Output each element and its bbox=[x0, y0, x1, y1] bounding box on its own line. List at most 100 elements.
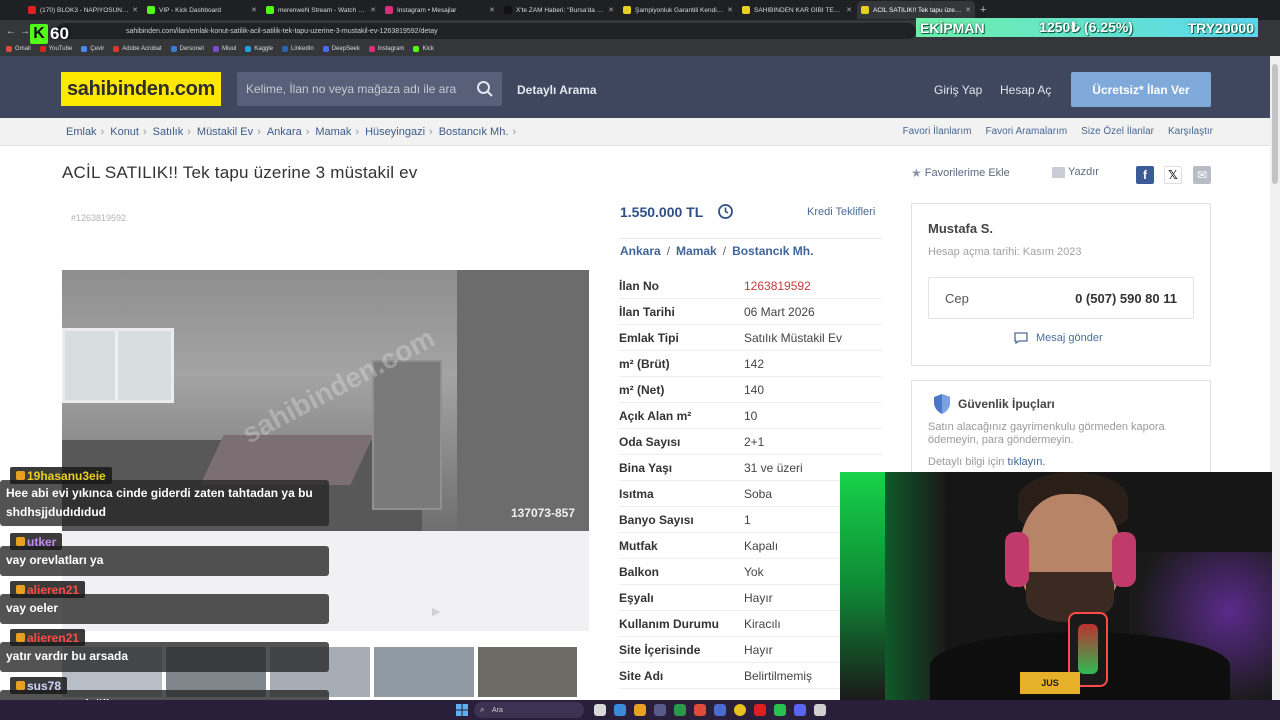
send-message-button[interactable]: Mesaj gönder bbox=[1014, 332, 1103, 344]
user-link[interactable]: Favori İlanlarım bbox=[903, 126, 972, 137]
login-link[interactable]: Giriş Yap bbox=[934, 83, 982, 97]
x-share-icon[interactable]: 𝕏 bbox=[1164, 166, 1182, 184]
print-button[interactable]: Yazdır bbox=[1052, 166, 1099, 178]
back-icon[interactable]: ← bbox=[4, 26, 18, 37]
location-district[interactable]: Mamak bbox=[676, 244, 717, 258]
bookmark-item[interactable]: YouTube bbox=[39, 46, 72, 52]
attribute-key: Site Adı bbox=[619, 668, 664, 683]
breadcrumb-item[interactable]: Satılık bbox=[153, 126, 184, 138]
app-icon[interactable] bbox=[674, 704, 686, 716]
location-city[interactable]: Ankara bbox=[620, 244, 661, 258]
browser-tab[interactable]: VIP - Kick Dashboard ✕ bbox=[143, 1, 261, 19]
whatsapp-icon[interactable] bbox=[774, 704, 786, 716]
attribute-key: Site İçerisinde bbox=[619, 642, 701, 657]
new-tab-icon[interactable]: + bbox=[980, 4, 986, 16]
thumbnail[interactable] bbox=[374, 647, 474, 697]
facebook-share-icon[interactable]: f bbox=[1136, 166, 1154, 184]
price-history-icon[interactable] bbox=[717, 203, 734, 220]
breadcrumb-item[interactable]: Hüseyingazi bbox=[365, 126, 425, 138]
store-icon[interactable] bbox=[654, 704, 666, 716]
bookmark-item[interactable]: Dersonet bbox=[170, 46, 204, 52]
site-logo[interactable]: sahibinden.com bbox=[61, 72, 221, 106]
discord-icon[interactable] bbox=[794, 704, 806, 716]
tab-close-icon[interactable]: ✕ bbox=[608, 6, 614, 14]
user-link[interactable]: Favori Aramalarım bbox=[985, 126, 1067, 137]
user-link[interactable]: Size Özel İlanlar bbox=[1081, 126, 1154, 137]
tab-favicon-icon bbox=[742, 6, 750, 14]
bookmark-item[interactable]: Kick bbox=[413, 46, 434, 52]
email-share-icon[interactable]: ✉ bbox=[1193, 166, 1211, 184]
search-input[interactable] bbox=[246, 82, 466, 96]
chat-username[interactable]: alieren21 bbox=[10, 629, 86, 646]
loan-offers-link[interactable]: Kredi Teklifleri bbox=[807, 206, 875, 218]
breadcrumb-item[interactable]: Emlak bbox=[66, 126, 97, 138]
breadcrumb-item[interactable]: Bostancık Mh. bbox=[439, 126, 509, 138]
browser-tab[interactable]: SAHİBİNDEN KAR GİBİ TEMİZ ... ✕ bbox=[738, 1, 856, 19]
taskbar-search[interactable]: ⌕ Ara bbox=[474, 702, 584, 718]
search-icon[interactable] bbox=[476, 80, 494, 98]
browser-tab[interactable]: X'te ZAM Haberi: "Bursa'da bir... ✕ bbox=[500, 1, 618, 19]
tab-label: X'te ZAM Haberi: "Bursa'da bir... bbox=[516, 6, 606, 14]
bookmark-label: Instagram bbox=[377, 46, 405, 52]
tab-close-icon[interactable]: ✕ bbox=[965, 6, 971, 14]
post-ad-button[interactable]: Ücretsiz* İlan Ver bbox=[1071, 72, 1211, 107]
attribute-value: Hayır bbox=[744, 590, 773, 605]
url-bar[interactable]: sahibinden.com/ilan/emlak-konut-satilik-… bbox=[56, 23, 916, 39]
breadcrumb-item[interactable]: Müstakil Ev bbox=[197, 126, 253, 138]
task-view-icon[interactable] bbox=[594, 704, 606, 716]
windows-start-icon[interactable] bbox=[456, 704, 468, 716]
app-icon[interactable] bbox=[814, 704, 826, 716]
bookmark-item[interactable]: Instagram bbox=[368, 46, 405, 52]
youtube-icon[interactable] bbox=[754, 704, 766, 716]
screen: (170) BLOK3 - NAPIYOSUN MI... ✕ VIP - Kick… bbox=[0, 0, 1280, 720]
webcam-overlay: JUS bbox=[840, 472, 1272, 700]
chat-username[interactable]: sus78 bbox=[10, 677, 68, 694]
tab-close-icon[interactable]: ✕ bbox=[132, 6, 138, 14]
chat-username[interactable]: 19hasanu3eie bbox=[10, 467, 112, 484]
bookmark-favicon-icon bbox=[282, 46, 289, 52]
location-neighborhood[interactable]: Bostancık Mh. bbox=[732, 244, 813, 258]
breadcrumb-item[interactable]: Mamak bbox=[315, 126, 351, 138]
user-link[interactable]: Karşılaştır bbox=[1168, 126, 1213, 137]
listing-id: #1263819592 bbox=[71, 213, 127, 223]
breadcrumb-item[interactable]: Konut bbox=[110, 126, 139, 138]
seller-name[interactable]: Mustafa S. bbox=[928, 221, 993, 236]
phone-number[interactable]: 0 (507) 590 80 11 bbox=[1075, 291, 1177, 306]
bookmark-item[interactable]: Adobe Acrobat bbox=[113, 46, 162, 52]
chat-username[interactable]: utker bbox=[10, 533, 63, 550]
video-tour-icon[interactable]: ▶ bbox=[432, 605, 440, 618]
chat-username[interactable]: alieren21 bbox=[10, 581, 86, 598]
tab-close-icon[interactable]: ✕ bbox=[489, 6, 495, 14]
browser-tab[interactable]: merenweN Stream - Watch Live ✕ bbox=[262, 1, 380, 19]
tab-close-icon[interactable]: ✕ bbox=[846, 6, 852, 14]
scrollbar-thumb[interactable] bbox=[1272, 64, 1278, 184]
bookmark-item[interactable]: DeepSeek bbox=[322, 46, 360, 52]
register-link[interactable]: Hesap Aç bbox=[1000, 83, 1051, 97]
tab-close-icon[interactable]: ✕ bbox=[370, 6, 376, 14]
favorite-button[interactable]: ★ Favorilerime Ekle bbox=[911, 166, 1010, 180]
bookmark-item[interactable]: Çevir bbox=[81, 46, 104, 52]
tab-close-icon[interactable]: ✕ bbox=[251, 6, 257, 14]
bookmark-favicon-icon bbox=[413, 46, 420, 52]
tab-close-icon[interactable]: ✕ bbox=[727, 6, 733, 14]
chevron-right-icon: › bbox=[100, 126, 105, 138]
bookmark-item[interactable]: Miuul bbox=[213, 46, 236, 52]
browser-tab[interactable]: (170) BLOK3 - NAPIYOSUN MI... ✕ bbox=[24, 1, 142, 19]
attribute-row: m² (Net) 140 bbox=[619, 377, 882, 403]
browser-tab[interactable]: Instagram • Mesajlar ✕ bbox=[381, 1, 499, 19]
edge-icon[interactable] bbox=[614, 704, 626, 716]
chrome-icon[interactable] bbox=[734, 704, 746, 716]
breadcrumb-item[interactable]: Ankara bbox=[267, 126, 302, 138]
file-explorer-icon[interactable] bbox=[634, 704, 646, 716]
thumbnail[interactable] bbox=[478, 647, 577, 697]
browser-tab[interactable]: Şampiyonluk Garantili Kendini... ✕ bbox=[619, 1, 737, 19]
safety-more-link[interactable]: tıklayın. bbox=[1007, 456, 1045, 468]
bookmark-item[interactable]: LinkedIn bbox=[282, 46, 314, 52]
app-icon[interactable] bbox=[694, 704, 706, 716]
listing-location: Ankara / Mamak / Bostancık Mh. bbox=[620, 244, 814, 258]
advanced-search-link[interactable]: Detaylı Arama bbox=[517, 83, 597, 97]
browser-tab[interactable]: ACİL SATILIK!! Tek tapu üzerine... ✕ bbox=[857, 1, 975, 19]
bookmark-item[interactable]: Gmail bbox=[6, 46, 31, 52]
bookmark-item[interactable]: Kaggle bbox=[245, 46, 273, 52]
app-icon[interactable] bbox=[714, 704, 726, 716]
